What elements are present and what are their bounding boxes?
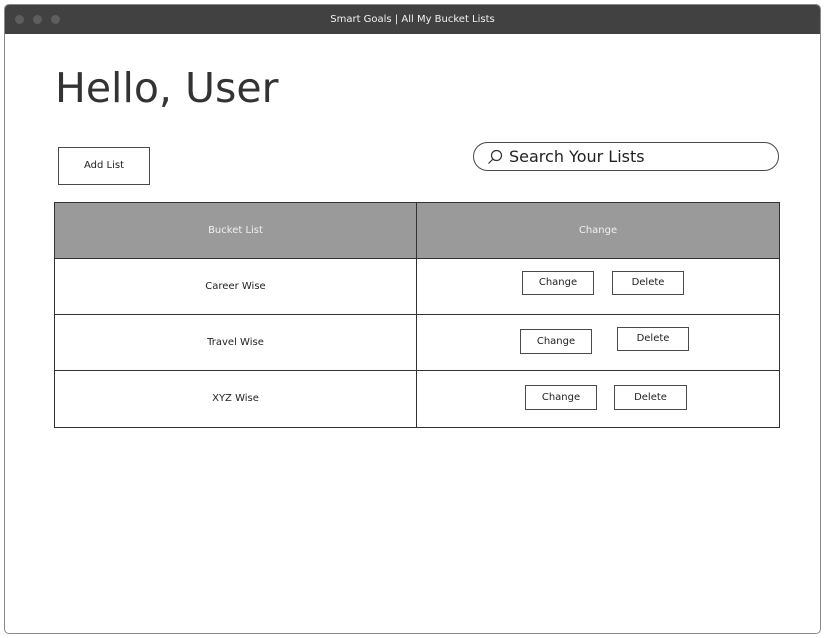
- bucket-list-name: XYZ Wise: [212, 393, 259, 404]
- delete-button[interactable]: Delete: [614, 385, 687, 410]
- page-title: Hello, User: [55, 64, 279, 112]
- bucket-list-name: Travel Wise: [207, 337, 264, 348]
- app-window: Smart Goals | All My Bucket Lists Hello,…: [4, 4, 821, 634]
- column-header-change: Change: [578, 225, 618, 236]
- table-row: Career Wise Change Delete: [55, 259, 779, 315]
- table-row: Travel Wise Change Delete: [55, 315, 779, 371]
- table-row: XYZ Wise Change Delete: [55, 371, 779, 427]
- table-header: Bucket List Change: [55, 203, 779, 259]
- delete-button[interactable]: Delete: [612, 271, 684, 295]
- change-button[interactable]: Change: [520, 329, 592, 354]
- title-bar: Smart Goals | All My Bucket Lists: [5, 5, 820, 34]
- column-header-bucket-list: Bucket List: [208, 225, 263, 236]
- change-button[interactable]: Change: [522, 271, 594, 295]
- add-list-button[interactable]: Add List: [58, 147, 150, 185]
- search-placeholder: Search Your Lists: [509, 147, 645, 166]
- window-title: Smart Goals | All My Bucket Lists: [330, 14, 495, 25]
- search-input[interactable]: Search Your Lists: [473, 142, 779, 171]
- search-icon: [488, 149, 503, 164]
- column-divider: [416, 203, 417, 427]
- bucket-list-name: Career Wise: [205, 281, 266, 292]
- delete-button[interactable]: Delete: [617, 327, 689, 351]
- bucket-list-table: Bucket List Change Career Wise Change De…: [54, 202, 780, 428]
- change-button[interactable]: Change: [525, 385, 597, 410]
